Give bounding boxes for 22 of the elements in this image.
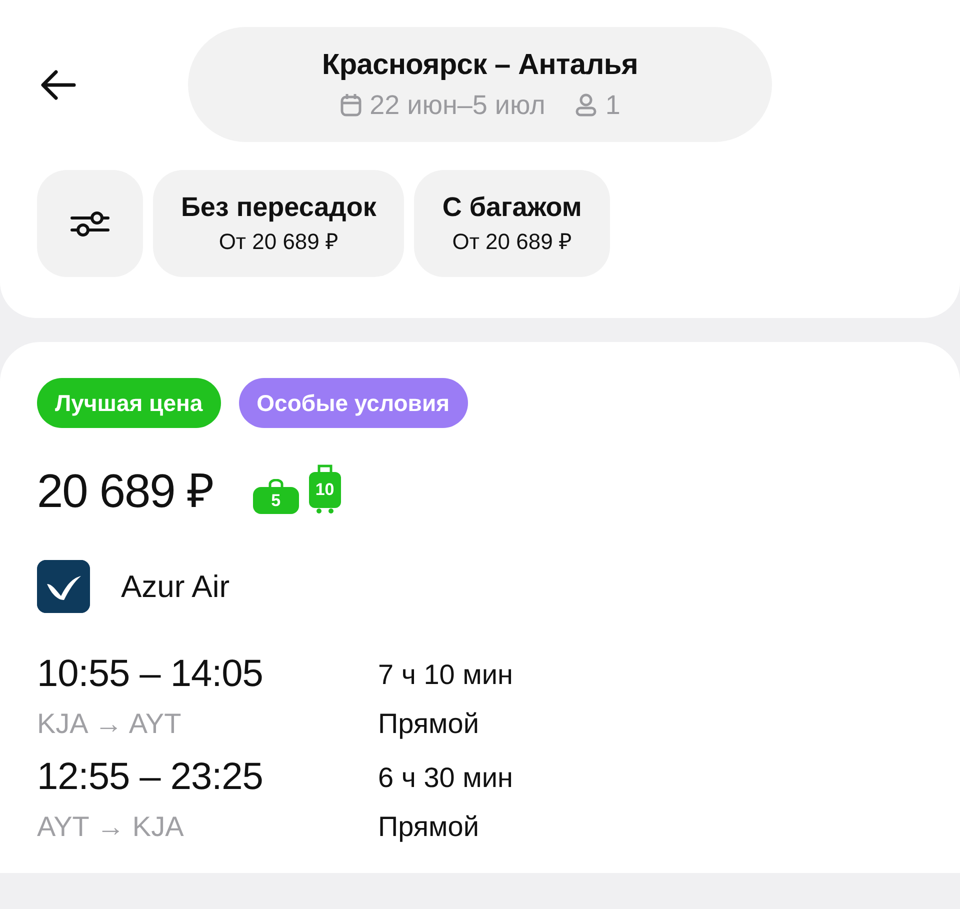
travel-dates: 22 июн–5 июл bbox=[370, 90, 546, 120]
flight-duration: 6 ч 30 мин bbox=[378, 762, 514, 794]
offer-tag: Лучшая цена bbox=[37, 378, 221, 428]
filter-chip[interactable]: Без пересадок От 20 689 ₽ bbox=[153, 170, 404, 277]
offer-tag: Особые условия bbox=[238, 378, 468, 428]
passenger-count: 1 bbox=[605, 90, 620, 120]
airline-logo bbox=[37, 560, 90, 613]
airport-route: AYT → KJA bbox=[37, 811, 185, 843]
flight-times: 10:55 – 14:05 bbox=[37, 653, 264, 696]
flight-times: 12:55 – 23:25 bbox=[37, 756, 264, 799]
person-icon bbox=[575, 93, 598, 117]
calendar-icon bbox=[340, 93, 362, 117]
airline-name: Azur Air bbox=[121, 568, 230, 604]
route-title: Красноярск – Анталья bbox=[322, 48, 638, 82]
search-summary-button[interactable]: Красноярск – Анталья 22 июн–5 июл 1 bbox=[188, 27, 772, 142]
filter-chip[interactable]: С багажом От 20 689 ₽ bbox=[414, 170, 610, 277]
flight-duration: 7 ч 10 мин bbox=[378, 658, 514, 690]
stops-label: Прямой bbox=[378, 708, 480, 740]
stops-label: Прямой bbox=[378, 811, 480, 843]
ticket-price: 20 689 ₽ bbox=[37, 463, 213, 519]
filter-settings-button[interactable] bbox=[37, 170, 143, 277]
airport-route: KJA → AYT bbox=[37, 708, 182, 740]
